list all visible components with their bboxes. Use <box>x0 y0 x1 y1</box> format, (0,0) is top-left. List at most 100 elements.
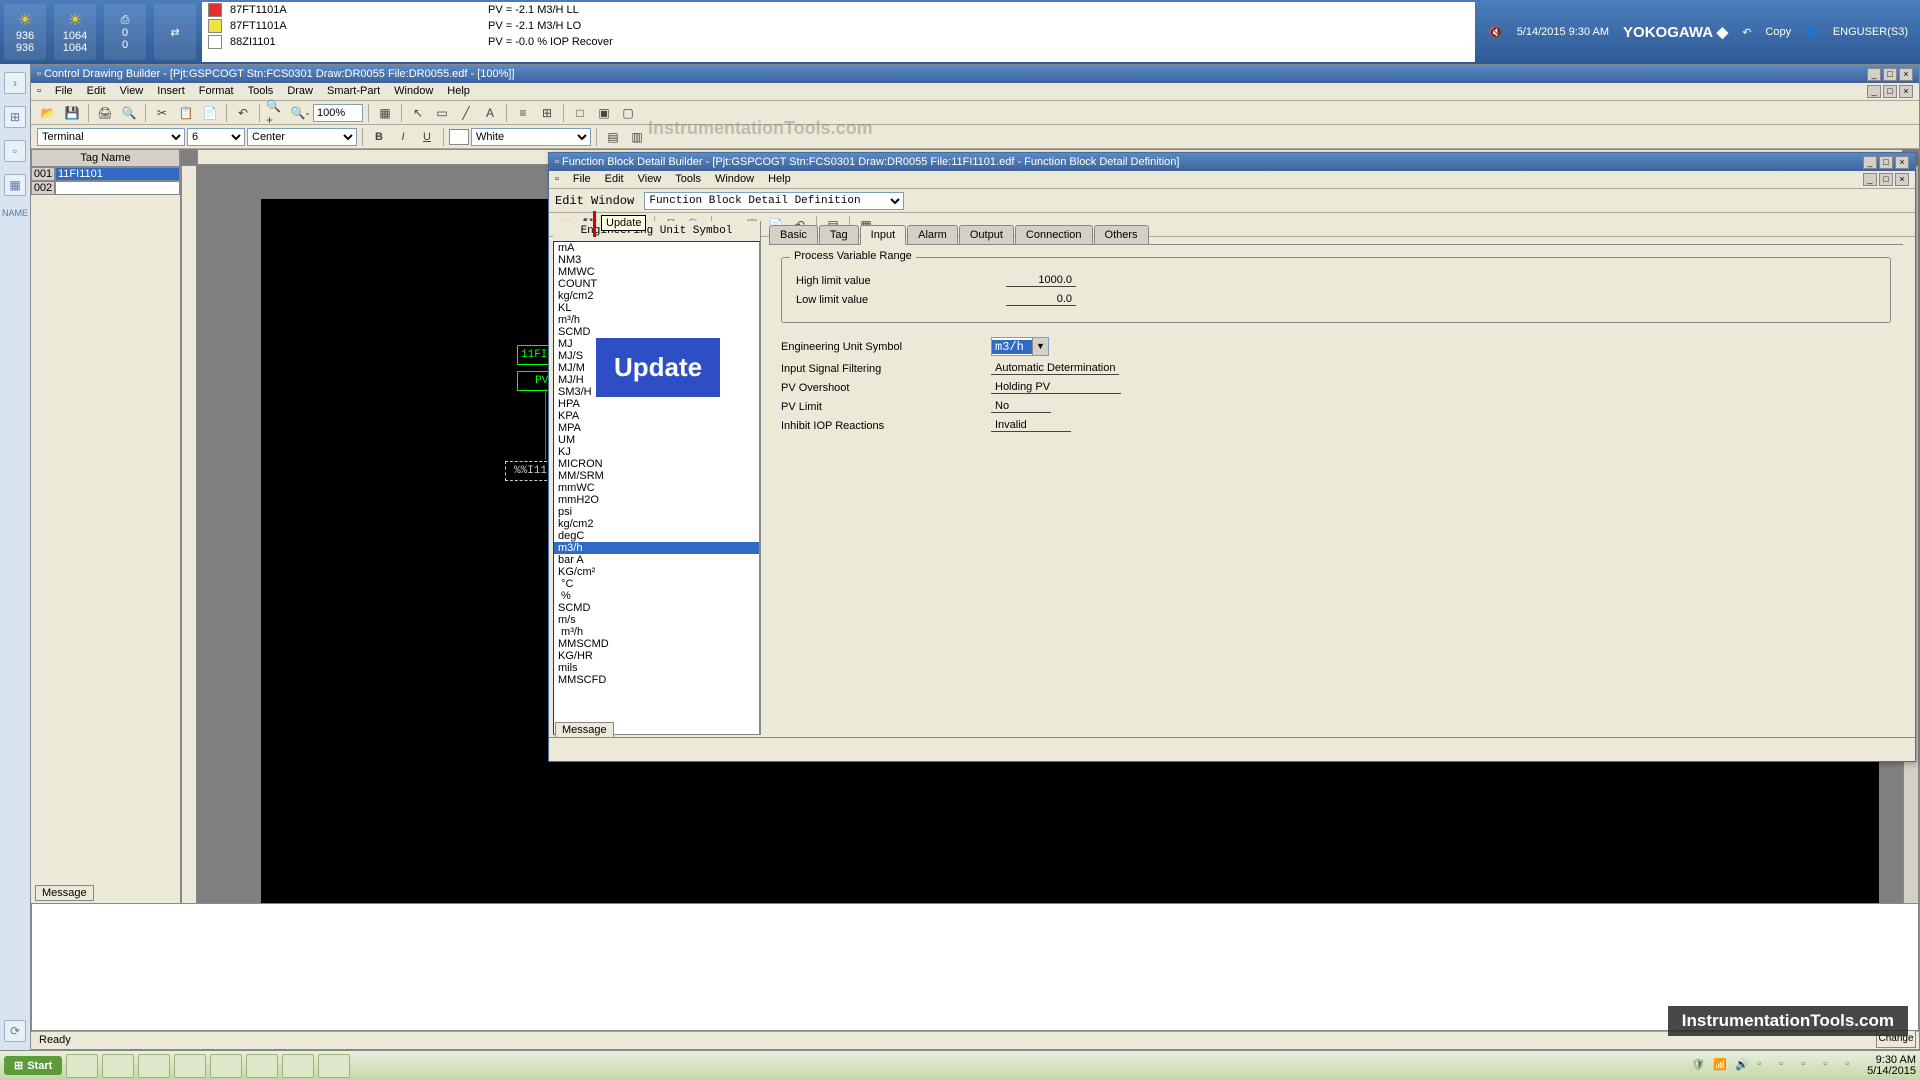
unit-item[interactable]: m³/h <box>554 626 759 638</box>
inhibit-value[interactable]: Invalid <box>991 419 1071 432</box>
fbd-title-bar[interactable]: ▫ Function Block Detail Builder - [Pjt:G… <box>549 153 1915 171</box>
bold-button[interactable]: B <box>368 127 390 147</box>
message-tab[interactable]: Message <box>35 885 94 901</box>
unit-listbox[interactable]: mANM3MMWCCOUNTkg/cm2KLm³/hSCMDMJMJ/SMJ/M… <box>553 241 760 735</box>
align-icon[interactable]: ≡ <box>512 103 534 123</box>
expand-icon[interactable]: › <box>4 72 26 94</box>
taskbar-app-8[interactable] <box>318 1054 350 1078</box>
unit-item[interactable]: mils <box>554 662 759 674</box>
tree-icon[interactable]: ⊞ <box>4 106 26 128</box>
unit-item[interactable]: bar A <box>554 554 759 566</box>
menu-tools[interactable]: Tools <box>675 173 701 186</box>
unit-item[interactable]: HPA <box>554 398 759 410</box>
menu-view[interactable]: View <box>638 173 662 186</box>
low-limit-value[interactable]: 0.0 <box>1006 293 1076 306</box>
tab-tag[interactable]: Tag <box>819 225 859 244</box>
menu-tools[interactable]: Tools <box>248 85 274 98</box>
maximize-button[interactable]: □ <box>1883 68 1897 81</box>
window-title-bar[interactable]: ▫ Control Drawing Builder - [Pjt:GSPCOGT… <box>31 65 1919 83</box>
unit-item[interactable]: m3/h <box>554 542 759 554</box>
tray-app3-icon[interactable]: ▫ <box>1801 1058 1817 1074</box>
refresh-icon[interactable]: ⟳ <box>4 1020 26 1042</box>
close-button[interactable]: × <box>1899 68 1913 81</box>
tray-network-icon[interactable]: 📶 <box>1713 1058 1729 1074</box>
italic-button[interactable]: I <box>392 127 414 147</box>
tray-app4-icon[interactable]: ▫ <box>1823 1058 1839 1074</box>
alarm-row[interactable]: 88ZI1101PV = -0.0 % IOP Recover <box>202 34 1475 50</box>
color-select[interactable]: White <box>471 128 591 146</box>
tray-app5-icon[interactable]: ▫ <box>1845 1058 1861 1074</box>
unit-item[interactable]: SCMD <box>554 602 759 614</box>
child-maximize-button[interactable]: □ <box>1883 85 1897 98</box>
tab-input[interactable]: Input <box>860 225 906 245</box>
unit-item[interactable]: KG/HR <box>554 650 759 662</box>
child-minimize-button[interactable]: _ <box>1863 173 1877 186</box>
unit-item[interactable]: m³/h <box>554 314 759 326</box>
menu-insert[interactable]: Insert <box>157 85 185 98</box>
unit-item[interactable]: COUNT <box>554 278 759 290</box>
tray-app2-icon[interactable]: ▫ <box>1779 1058 1795 1074</box>
alarm-row[interactable]: 87FT1101APV = -2.1 M3/H LL <box>202 2 1475 18</box>
status-box-3[interactable]: ⎙00 <box>104 4 146 60</box>
font-size-select[interactable]: 6 <box>187 128 245 146</box>
copy-button[interactable]: Copy <box>1765 26 1791 38</box>
filter-value[interactable]: Automatic Determination <box>991 362 1119 375</box>
eng-unit-combo[interactable]: ▼ <box>991 337 1049 356</box>
menu-edit[interactable]: Edit <box>605 173 624 186</box>
underline-button[interactable]: U <box>416 127 438 147</box>
menu-smartpart[interactable]: Smart-Part <box>327 85 380 98</box>
menu-help[interactable]: Help <box>447 85 470 98</box>
close-button[interactable]: × <box>1895 156 1909 169</box>
tag-row[interactable]: 00111FI1101 <box>31 167 180 181</box>
eng-unit-input[interactable] <box>992 340 1032 354</box>
status-box-2[interactable]: ☀10641064 <box>54 4 96 60</box>
menu-view[interactable]: View <box>120 85 144 98</box>
unit-item[interactable]: psi <box>554 506 759 518</box>
zoom-in-icon[interactable]: 🔍+ <box>265 103 287 123</box>
unit-item[interactable]: mmH2O <box>554 494 759 506</box>
edit-window-select[interactable]: Function Block Detail Definition <box>644 192 904 210</box>
menu-draw[interactable]: Draw <box>287 85 313 98</box>
menu-format[interactable]: Format <box>199 85 234 98</box>
menu-window[interactable]: Window <box>394 85 433 98</box>
text-icon[interactable]: A <box>479 103 501 123</box>
unit-item[interactable]: °C <box>554 578 759 590</box>
undo-icon[interactable]: ↶ <box>232 103 254 123</box>
start-button[interactable]: ⊞Start <box>4 1056 62 1075</box>
grid-icon[interactable]: ▦ <box>4 174 26 196</box>
box2-icon[interactable]: ▣ <box>593 103 615 123</box>
message-area[interactable] <box>31 903 1919 1031</box>
open-icon[interactable]: 📂 <box>37 103 59 123</box>
pv-limit-value[interactable]: No <box>991 400 1051 413</box>
overshoot-value[interactable]: Holding PV <box>991 381 1121 394</box>
paste-icon[interactable]: 📄 <box>199 103 221 123</box>
tray-app1-icon[interactable]: ▫ <box>1757 1058 1773 1074</box>
tab-output[interactable]: Output <box>959 225 1014 244</box>
status-box-1[interactable]: ☀936936 <box>4 4 46 60</box>
unit-item[interactable]: mA <box>554 242 759 254</box>
unit-item[interactable]: KL <box>554 302 759 314</box>
mute-icon[interactable]: 🔇 <box>1489 26 1503 39</box>
menu-edit[interactable]: Edit <box>87 85 106 98</box>
layout1-icon[interactable]: ▤ <box>602 127 624 147</box>
zoom-out-icon[interactable]: 🔍- <box>289 103 311 123</box>
unit-item[interactable]: NM3 <box>554 254 759 266</box>
block-icon[interactable]: ▭ <box>431 103 453 123</box>
box3-icon[interactable]: ▢ <box>617 103 639 123</box>
tab-others[interactable]: Others <box>1094 225 1149 244</box>
unit-item[interactable]: MMSCMD <box>554 638 759 650</box>
status-box-4[interactable]: ⇄ <box>154 4 196 60</box>
maximize-button[interactable]: □ <box>1879 156 1893 169</box>
taskbar-app-4[interactable] <box>174 1054 206 1078</box>
zoom-input[interactable] <box>313 104 363 122</box>
unit-item[interactable]: kg/cm2 <box>554 518 759 530</box>
unit-item[interactable]: SCMD <box>554 326 759 338</box>
child-close-button[interactable]: × <box>1899 85 1913 98</box>
tray-clock[interactable]: 9:30 AM 5/14/2015 <box>1867 1055 1916 1077</box>
tray-shield-icon[interactable]: 🛡 <box>1691 1058 1707 1074</box>
child-maximize-button[interactable]: □ <box>1879 173 1893 186</box>
unit-item[interactable]: KPA <box>554 410 759 422</box>
undo-icon[interactable]: ↶ <box>1742 26 1751 39</box>
fbd-message-tab[interactable]: Message <box>555 722 614 738</box>
minimize-button[interactable]: _ <box>1863 156 1877 169</box>
